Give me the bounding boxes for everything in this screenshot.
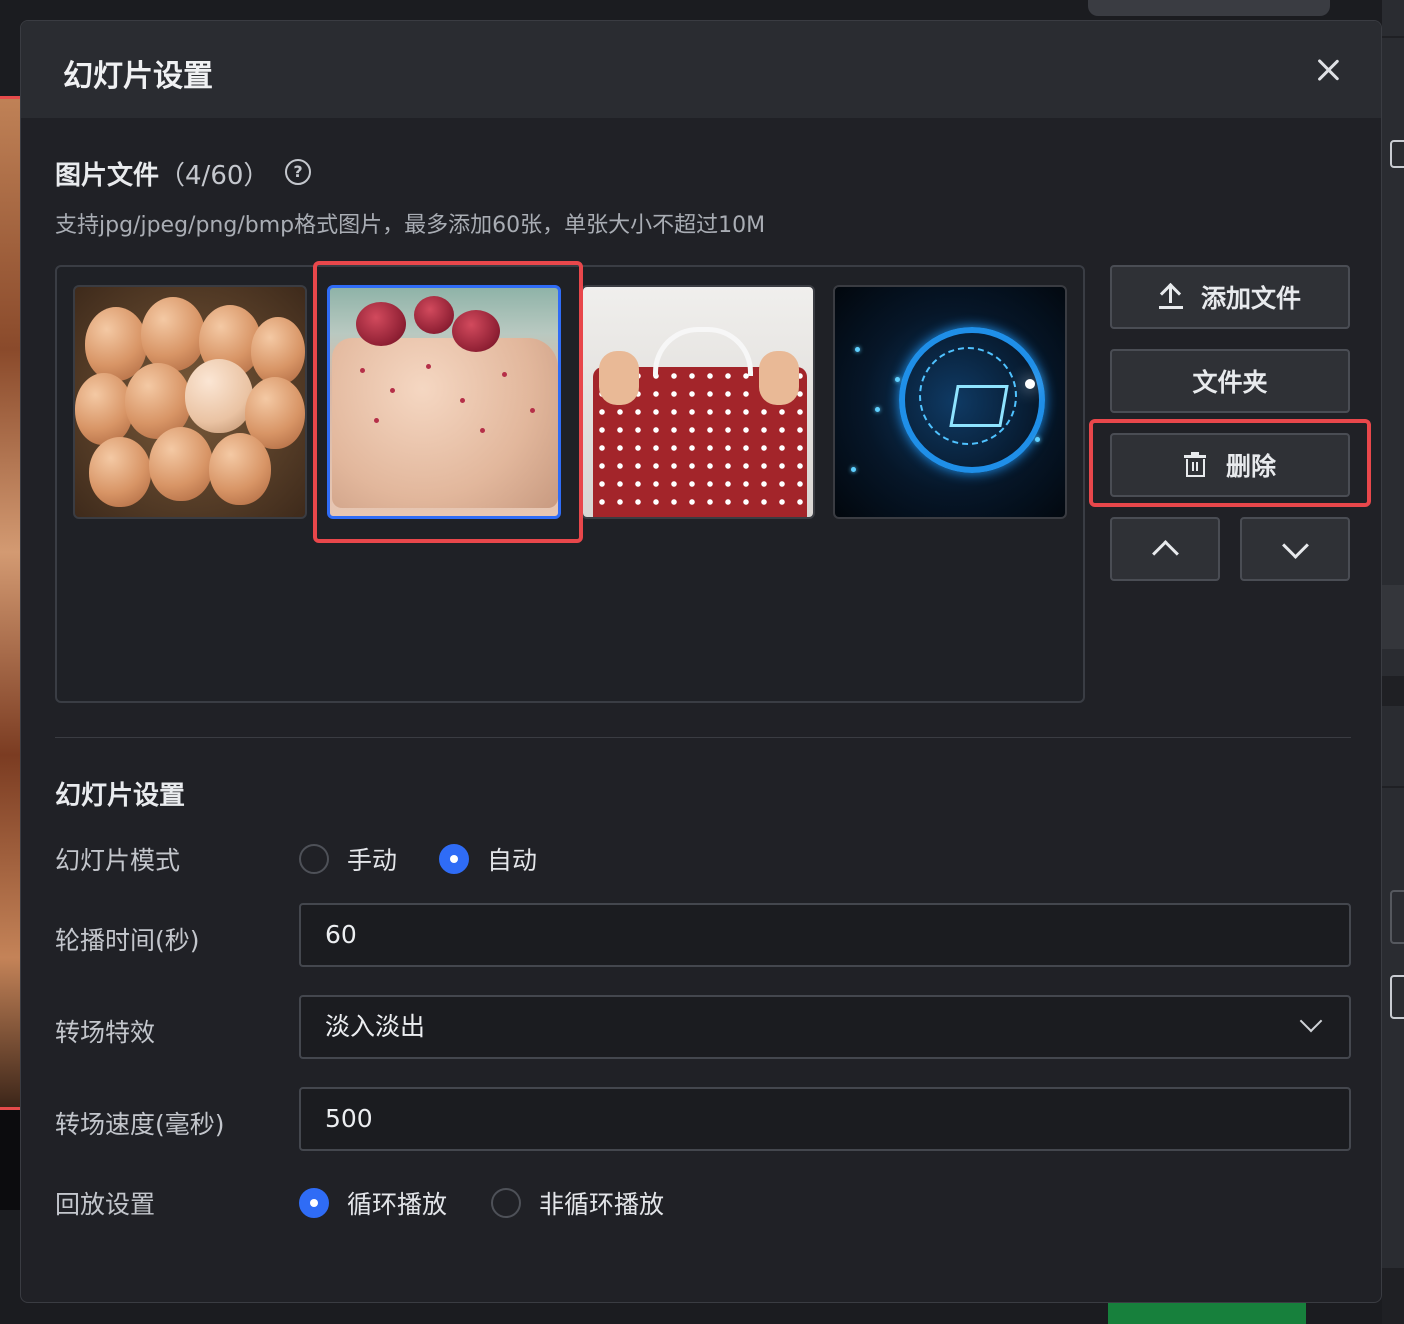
add-file-button[interactable]: 添加文件 (1110, 265, 1350, 329)
mode-manual-label: 手动 (347, 846, 398, 875)
playback-label: 回放设置 (55, 1190, 156, 1219)
background-side-panel (1382, 0, 1404, 1324)
background-tab (1088, 0, 1330, 16)
background-field (1390, 890, 1404, 944)
background-block (1382, 1268, 1404, 1324)
image-count: （4/60） (159, 161, 270, 191)
background-divider (1382, 676, 1404, 706)
image-files-title: 图片文件 (55, 161, 160, 191)
dialog-header: 幻灯片设置 (21, 21, 1381, 118)
transition-speed-input[interactable]: 500 (299, 1087, 1351, 1151)
mode-auto-label: 自动 (487, 846, 538, 875)
background-divider (1382, 786, 1404, 788)
transition-speed-label: 转场速度(毫秒) (55, 1110, 225, 1139)
section-divider (55, 737, 1351, 738)
playback-loop-label: 循环播放 (347, 1190, 448, 1219)
interval-input[interactable]: 60 (299, 903, 1351, 967)
radio-circle-checked (439, 844, 469, 874)
mode-manual-radio[interactable]: 手动 (299, 841, 397, 877)
chevron-down-icon (1281, 531, 1309, 559)
playback-no-loop-radio[interactable]: 非循环播放 (491, 1185, 664, 1221)
background-checkbox (1390, 140, 1404, 168)
background-panel (0, 1110, 22, 1210)
background-field (1390, 975, 1404, 1019)
slideshow-settings-heading: 幻灯片设置 (55, 781, 186, 811)
file-format-hint: 支持jpg/jpeg/png/bmp格式图片，最多添加60张，单张大小不超过10… (55, 213, 766, 238)
image-files-heading: 图片文件（4/60） (55, 155, 269, 192)
chevron-up-icon (1151, 539, 1179, 567)
delete-button[interactable]: 删除 (1110, 433, 1350, 497)
slideshow-settings-dialog: 幻灯片设置 图片文件（4/60） ? 支持jpg/jpeg/png/bmp格式图… (20, 20, 1382, 1303)
image-thumbnail[interactable] (581, 285, 815, 519)
transition-effect-value: 淡入淡出 (325, 1012, 426, 1041)
upload-icon (1158, 282, 1183, 309)
background-image-strip (0, 96, 22, 1110)
radio-circle (299, 844, 329, 874)
move-down-button[interactable] (1240, 517, 1350, 581)
slideshow-mode-label: 幻灯片模式 (55, 846, 181, 875)
dialog-title: 幻灯片设置 (63, 59, 213, 94)
transition-effect-label: 转场特效 (55, 1018, 156, 1047)
chevron-down-icon (1299, 1009, 1323, 1033)
transition-effect-select[interactable]: 淡入淡出 (299, 995, 1351, 1059)
background-divider (1382, 36, 1404, 38)
folder-label: 文件夹 (1192, 368, 1268, 397)
delete-label: 删除 (1225, 452, 1276, 481)
playback-loop-radio[interactable]: 循环播放 (299, 1185, 447, 1221)
trash-icon (1183, 452, 1206, 477)
playback-no-loop-label: 非循环播放 (539, 1190, 665, 1219)
background-block (1382, 585, 1404, 649)
add-file-label: 添加文件 (1200, 284, 1301, 313)
image-thumbnail-selected[interactable] (327, 285, 561, 519)
interval-label: 轮播时间(秒) (55, 926, 200, 955)
image-gallery (55, 265, 1085, 703)
background-selection-edge (0, 96, 22, 99)
image-thumbnail[interactable] (833, 285, 1067, 519)
background-primary-button (1108, 1303, 1306, 1324)
radio-circle (491, 1188, 521, 1218)
image-thumbnail[interactable] (73, 285, 307, 519)
move-up-button[interactable] (1110, 517, 1220, 581)
folder-button[interactable]: 文件夹 (1110, 349, 1350, 413)
help-icon[interactable]: ? (285, 159, 311, 185)
mode-auto-radio[interactable]: 自动 (439, 841, 537, 877)
close-icon[interactable] (1313, 55, 1343, 85)
radio-circle-checked (299, 1188, 329, 1218)
